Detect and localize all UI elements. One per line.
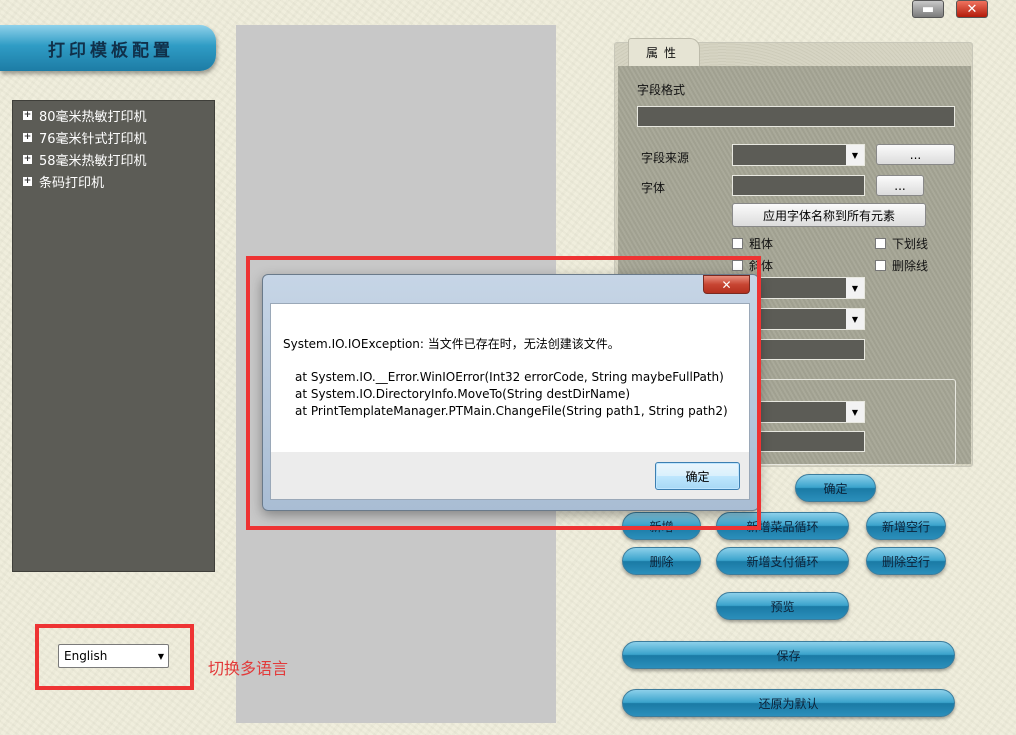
chevron-down-icon: ▼ xyxy=(846,278,864,298)
close-window-button[interactable]: ✕ xyxy=(956,0,988,18)
printer-tree: + 80毫米热敏打印机 + 76毫米针式打印机 + 58毫米热敏打印机 + 条码… xyxy=(12,100,215,572)
bold-checkbox[interactable]: 粗体 xyxy=(732,235,773,252)
field-format-input[interactable] xyxy=(637,106,955,127)
font-input[interactable] xyxy=(732,175,865,196)
field-source-browse-button[interactable]: ... xyxy=(876,144,955,165)
underline-checkbox[interactable]: 下划线 xyxy=(875,235,928,252)
checkbox-box[interactable] xyxy=(875,260,886,271)
delete-blank-row-button[interactable]: 删除空行 xyxy=(866,547,946,575)
expand-icon[interactable]: + xyxy=(23,176,32,186)
delete-button[interactable]: 删除 xyxy=(622,547,701,575)
add-blank-row-button[interactable]: 新增空行 xyxy=(866,512,946,540)
preview-button[interactable]: 预览 xyxy=(716,592,849,620)
field-format-label: 字段格式 xyxy=(637,83,686,97)
underline-label: 下划线 xyxy=(892,237,929,251)
language-selected-value: English xyxy=(64,649,108,663)
chevron-down-icon: ▼ xyxy=(846,309,864,329)
expand-icon[interactable]: + xyxy=(23,110,32,120)
tree-item-76mm-dot-matrix[interactable]: + 76毫米针式打印机 xyxy=(13,126,214,148)
confirm-properties-button[interactable]: 确定 xyxy=(795,474,876,502)
tree-item-label: 58毫米热敏打印机 xyxy=(39,153,147,169)
font-browse-button[interactable]: ... xyxy=(876,175,924,196)
tree-item-label: 条码打印机 xyxy=(39,175,105,191)
tree-item-58mm-thermal[interactable]: + 58毫米热敏打印机 xyxy=(13,148,214,170)
dialog-highlight-box xyxy=(246,256,761,530)
minimize-button[interactable]: ▬ xyxy=(912,0,944,18)
field-source-select[interactable]: ▼ xyxy=(732,144,865,166)
save-button[interactable]: 保存 xyxy=(622,641,955,669)
page-title-tab: 打印模板配置 xyxy=(0,25,216,71)
bold-label: 粗体 xyxy=(749,237,774,251)
language-annotation: 切换多语言 xyxy=(208,659,289,678)
chevron-down-icon: ▼ xyxy=(846,145,864,165)
font-label: 字体 xyxy=(641,181,666,195)
expand-icon[interactable]: + xyxy=(23,154,32,164)
apply-font-all-button[interactable]: 应用字体名称到所有元素 xyxy=(732,203,926,227)
strikeout-label: 删除线 xyxy=(892,259,929,273)
tab-properties[interactable]: 属性 xyxy=(628,38,700,66)
expand-icon[interactable]: + xyxy=(23,132,32,142)
tree-item-label: 80毫米热敏打印机 xyxy=(39,109,147,125)
field-source-label: 字段来源 xyxy=(641,151,690,165)
chevron-down-icon: ▼ xyxy=(157,652,164,661)
strikeout-checkbox[interactable]: 删除线 xyxy=(875,257,928,274)
chevron-down-icon: ▼ xyxy=(846,402,864,422)
tree-item-80mm-thermal[interactable]: + 80毫米热敏打印机 xyxy=(13,104,214,126)
checkbox-box[interactable] xyxy=(875,238,886,249)
tree-item-barcode[interactable]: + 条码打印机 xyxy=(13,170,214,192)
checkbox-box[interactable] xyxy=(732,238,743,249)
tree-item-label: 76毫米针式打印机 xyxy=(39,131,147,147)
restore-default-button[interactable]: 还原为默认 xyxy=(622,689,955,717)
page-title: 打印模板配置 xyxy=(48,40,174,61)
add-payment-loop-button[interactable]: 新增支付循环 xyxy=(716,547,849,575)
language-select[interactable]: English ▼ xyxy=(58,644,169,668)
